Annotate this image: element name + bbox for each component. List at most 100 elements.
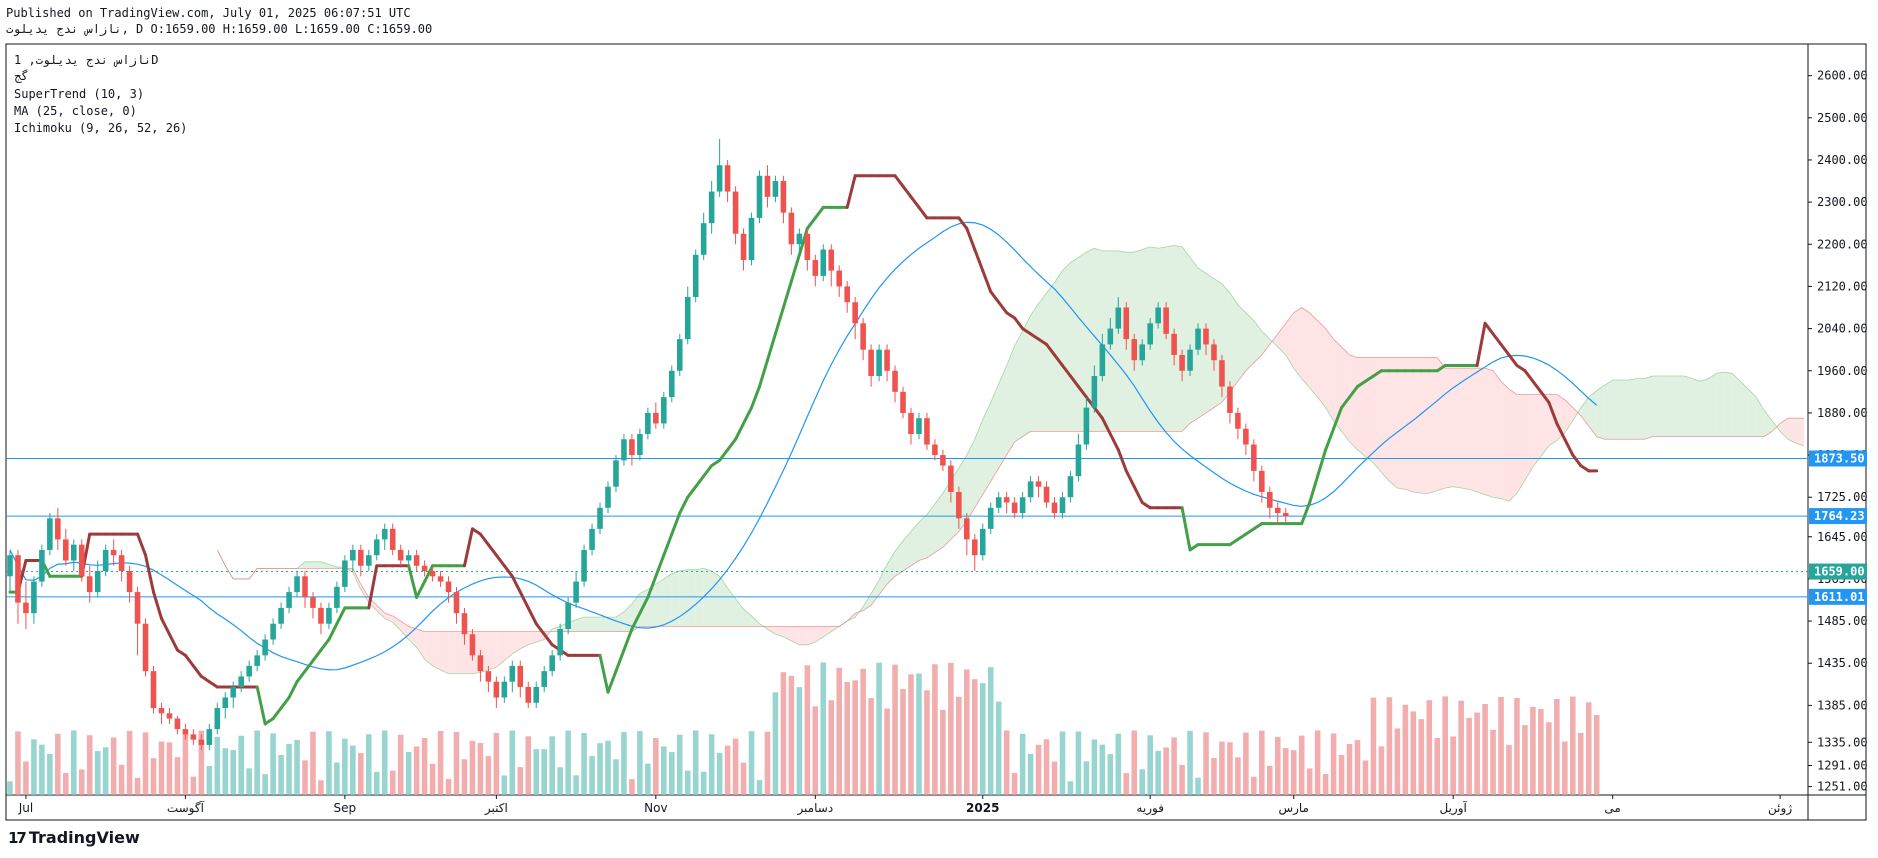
- volume-bar: [286, 743, 292, 795]
- volume-bar: [1259, 730, 1265, 795]
- candle-body: [39, 549, 45, 582]
- volume-bar: [549, 736, 555, 795]
- ichimoku-cloud-segment: [1030, 303, 1039, 432]
- candle-body: [1107, 328, 1114, 345]
- candle-body: [812, 260, 819, 276]
- y-tick-label: 2500.00: [1817, 111, 1868, 125]
- ichimoku-cloud-segment: [1588, 390, 1597, 437]
- volume-bar: [1123, 773, 1130, 795]
- volume-bar: [1577, 732, 1584, 795]
- volume-bar: [1458, 700, 1464, 795]
- x-tick-label: فوریه: [1136, 801, 1164, 816]
- candle-body: [780, 181, 787, 213]
- volume-bar: [485, 756, 492, 795]
- candle-body: [453, 592, 460, 614]
- volume-bar: [1410, 711, 1417, 795]
- ichimoku-cloud-segment: [1237, 304, 1246, 382]
- supertrend-segment: [152, 590, 163, 620]
- volume-bar: [1402, 704, 1409, 795]
- candle-body: [517, 665, 524, 687]
- volume-bar: [1187, 730, 1193, 795]
- supertrend-segment: [813, 205, 825, 220]
- supertrend-segment: [167, 632, 179, 652]
- candle-body: [397, 549, 404, 561]
- x-tick-label: دسامبر: [796, 801, 833, 816]
- volume-bar: [1019, 733, 1026, 795]
- volume-bar: [517, 767, 524, 795]
- volume-bar: [413, 746, 420, 795]
- volume-bar: [1514, 698, 1520, 795]
- volume-bar: [110, 737, 117, 795]
- candle-body: [294, 576, 300, 593]
- y-tick-label: 2120.00: [1817, 279, 1868, 293]
- volume-bar: [1059, 731, 1066, 795]
- tradingview-brand-text: TradingView: [28, 828, 140, 847]
- legend-indicator: MA (25, close, 0): [14, 104, 137, 118]
- candle-body: [214, 708, 221, 730]
- candle-body: [621, 439, 627, 461]
- volume-bar: [1107, 754, 1114, 795]
- ichimoku-cloud-segment: [440, 631, 449, 674]
- ichimoku-cloud-segment: [1612, 379, 1621, 440]
- ichimoku-cloud-segment: [1724, 372, 1733, 437]
- candle-body: [692, 254, 699, 297]
- candle-body: [1019, 497, 1026, 514]
- supertrend-segment: [973, 248, 985, 273]
- candle-body: [748, 217, 755, 261]
- price-chart[interactable]: 2600.00 2500.00 2400.00 2300.00 2200.00 2120.…: [0, 0, 1878, 858]
- ichimoku-cloud-segment: [871, 580, 880, 606]
- supertrend-segment: [1324, 427, 1336, 452]
- supertrend-segment: [407, 564, 419, 599]
- supertrend-segment: [622, 627, 634, 652]
- candle-body: [549, 655, 555, 672]
- volume-bar: [836, 667, 843, 795]
- volume-bar: [788, 675, 795, 795]
- volume-bar: [222, 748, 229, 795]
- volume-bar: [1235, 757, 1241, 795]
- supertrend-segment: [462, 527, 474, 568]
- ichimoku-cloud-segment: [1054, 270, 1063, 432]
- ichimoku-cloud-segment: [1684, 376, 1693, 437]
- volume-bar: [812, 706, 819, 795]
- x-tick-label: Jul: [18, 801, 33, 815]
- ichimoku-cloud-segment: [1780, 418, 1789, 440]
- volume-bar: [1075, 731, 1082, 795]
- supertrend-segment: [750, 385, 761, 410]
- supertrend-segment: [606, 669, 618, 694]
- volume-bar: [557, 767, 563, 795]
- volume-bar: [1051, 761, 1058, 795]
- ichimoku-cloud-segment: [1676, 376, 1685, 437]
- supertrend-segment: [909, 195, 921, 209]
- volume-bar: [1522, 725, 1528, 795]
- ichimoku-cloud-segment: [1070, 257, 1079, 432]
- volume-bar: [724, 745, 731, 795]
- candle-body: [1011, 502, 1018, 514]
- volume-bar: [381, 730, 388, 795]
- candle-body: [461, 613, 468, 635]
- volume-bar: [1306, 768, 1313, 795]
- volume-bar: [158, 741, 165, 795]
- ichimoku-cloud-segment: [1764, 410, 1773, 437]
- ichimoku-cloud-segment: [1620, 379, 1629, 440]
- tradingview-logo[interactable]: 17 TradingView: [8, 828, 140, 847]
- candle-body: [1243, 428, 1249, 445]
- y-tick-label: 1645.00: [1817, 530, 1868, 544]
- supertrend-segment: [1475, 321, 1487, 367]
- ichimoku-cloud-segment: [520, 631, 529, 649]
- ichimoku-cloud-segment: [1118, 250, 1127, 432]
- candle-body: [166, 713, 173, 719]
- candle-body: [222, 697, 229, 709]
- candle-body: [589, 528, 595, 550]
- volume-bar: [1585, 702, 1592, 795]
- ichimoku-cloud-segment: [1325, 328, 1334, 421]
- supertrend-segment: [989, 290, 1001, 304]
- ichimoku-cloud-segment: [879, 564, 888, 595]
- volume-bar: [1450, 736, 1456, 795]
- candle-body: [724, 165, 731, 192]
- candle-body: [174, 718, 181, 730]
- volume-bar: [605, 740, 611, 795]
- candle-body: [134, 592, 141, 624]
- candle-body: [445, 581, 452, 593]
- candle-body: [1099, 344, 1106, 377]
- candle-body: [15, 555, 21, 603]
